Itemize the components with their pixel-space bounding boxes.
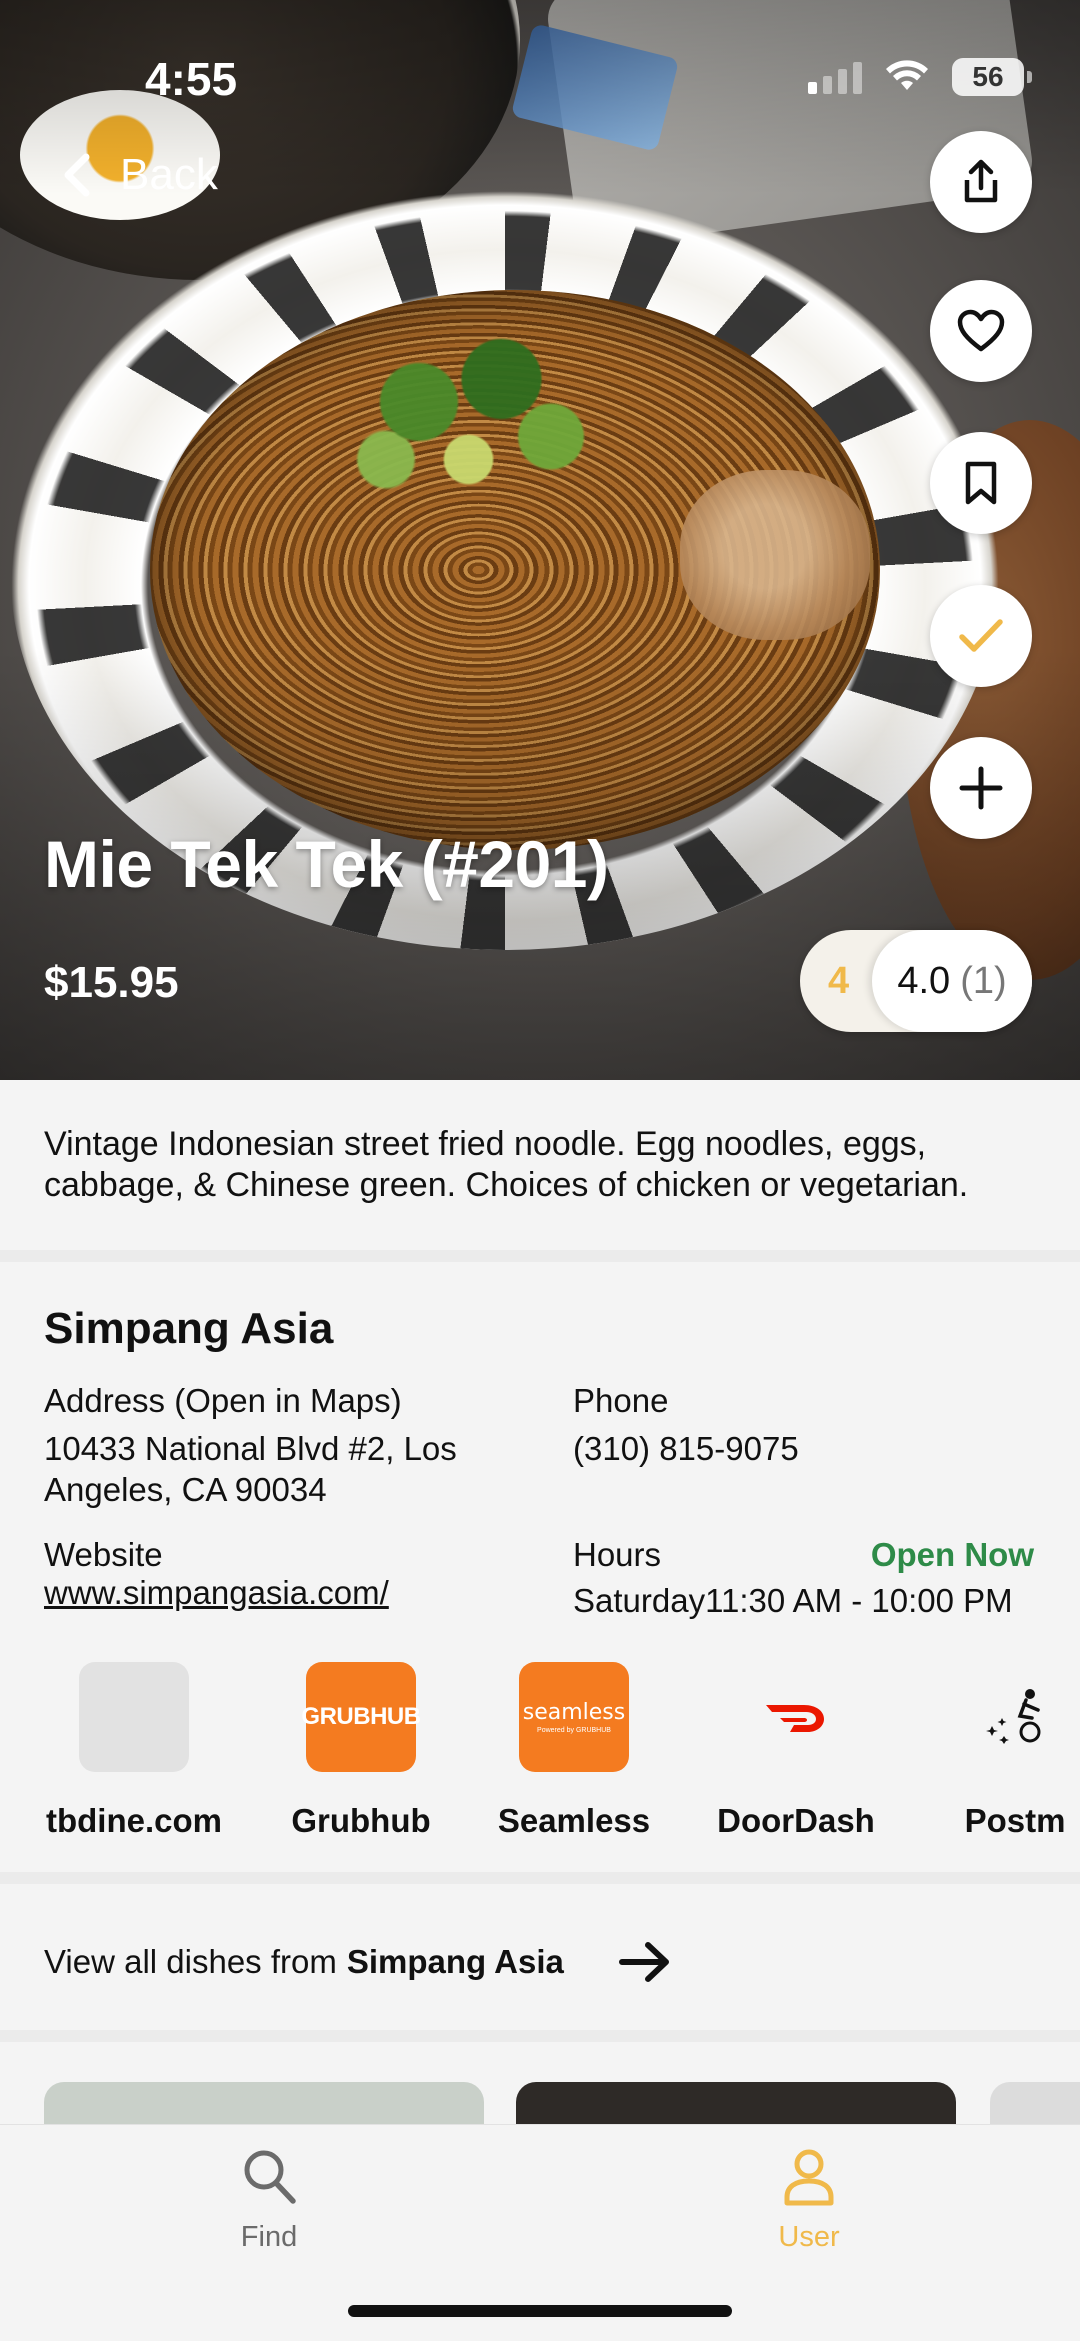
share-icon [964, 159, 998, 203]
phone-label: Phone [573, 1382, 669, 1419]
share-button[interactable] [930, 131, 1032, 233]
view-all-dishes-link[interactable]: View all dishes from Simpang Asia [44, 1940, 674, 1984]
delivery-services: tbdine.com GRUBHUB Grubhub seamless Powe… [0, 1662, 1080, 1852]
view-all-prefix: View all dishes from [44, 1943, 337, 1980]
delivery-name: Postm [964, 1802, 1066, 1839]
website-label: Website [44, 1536, 163, 1573]
delivery-doordash[interactable]: DoorDash [686, 1662, 906, 1840]
check-icon [959, 619, 1003, 652]
chevron-left-icon [64, 153, 90, 197]
heart-icon [957, 309, 1005, 352]
search-icon [244, 2150, 296, 2204]
tried-button[interactable] [930, 585, 1032, 687]
delivery-seamless[interactable]: seamless Powered by GRUBHUB Seamless [464, 1662, 684, 1840]
add-button[interactable] [930, 737, 1032, 839]
delivery-name: Grubhub [291, 1802, 431, 1839]
back-button[interactable]: Back [60, 150, 218, 200]
section-divider [0, 2030, 1080, 2042]
phone-value[interactable]: (310) 815-9075 [573, 1428, 799, 1469]
tab-label: User [778, 2221, 840, 2253]
view-all-restaurant: Simpang Asia [346, 1943, 564, 1980]
restaurant-info-section: Simpang Asia Address (Open in Maps) 1043… [0, 1262, 1080, 1872]
website-link[interactable]: www.simpangasia.com/ [44, 1572, 389, 1613]
section-divider [0, 1872, 1080, 1884]
status-time: 4:55 [145, 53, 238, 105]
tab-user[interactable]: User [709, 2147, 909, 2254]
bookmark-button[interactable] [930, 432, 1032, 534]
hours-value: Saturday11:30 AM - 10:00 PM [573, 1580, 1013, 1621]
delivery-tbdine[interactable]: tbdine.com [24, 1662, 244, 1840]
dish-price: $15.95 [44, 958, 179, 1007]
tab-label: Find [240, 2221, 298, 2253]
delivery-grubhub[interactable]: GRUBHUB Grubhub [251, 1662, 471, 1840]
hours-time: 11:30 AM - 10:00 PM [705, 1582, 1013, 1619]
rating-badge[interactable]: 4 4.0 (1) [800, 930, 1032, 1032]
address-value[interactable]: 10433 National Blvd #2, Los Angeles, CA … [44, 1428, 514, 1510]
postmates-logo [960, 1662, 1070, 1772]
doordash-logo [741, 1662, 851, 1772]
signal-icon [808, 60, 862, 94]
bookmark-icon [965, 461, 997, 505]
delivery-name: Seamless [497, 1802, 651, 1839]
dish-description: Vintage Indonesian street fried noodle. … [44, 1125, 969, 1204]
other-dishes-carousel [0, 2042, 1080, 2132]
tab-find[interactable]: Find [169, 2147, 369, 2254]
back-label: Back [120, 150, 218, 199]
average-rating: 4.0 (1) [872, 930, 1032, 1032]
plus-icon [959, 766, 1003, 810]
user-icon [784, 2149, 834, 2206]
wifi-icon [886, 60, 928, 90]
delivery-postmates[interactable]: Postm [905, 1662, 1080, 1840]
restaurant-name: Simpang Asia [44, 1304, 334, 1353]
delivery-name: tbdine.com [45, 1802, 222, 1839]
grubhub-logo: GRUBHUB [301, 1662, 421, 1772]
dish-title: Mie Tek Tek (#201) [44, 827, 609, 901]
favorite-button[interactable] [930, 280, 1032, 382]
user-rating: 4 [828, 960, 850, 1002]
doordash-icon [766, 1705, 824, 1732]
open-status-badge: Open Now [870, 1536, 1034, 1573]
arrow-right-icon [618, 1942, 669, 1982]
average-rating-value: 4.0 [897, 959, 951, 1002]
seamless-logo: seamless Powered by GRUBHUB [519, 1662, 629, 1772]
tbdine-logo [79, 1662, 189, 1772]
status-icons: 56 [808, 58, 1032, 96]
view-all-dishes-section: View all dishes from Simpang Asia [0, 1884, 1080, 2030]
home-indicator [348, 2305, 732, 2317]
dish-description-section: Vintage Indonesian street fried noodle. … [0, 1080, 1080, 1250]
battery-indicator: 56 [952, 58, 1032, 96]
section-divider [0, 1250, 1080, 1262]
hours-label: Hours [573, 1536, 662, 1573]
delivery-name: DoorDash [717, 1802, 875, 1839]
rating-count: (1) [960, 959, 1007, 1002]
postmates-icon [986, 1689, 1041, 1744]
hours-day: Saturday [573, 1582, 706, 1619]
address-label[interactable]: Address (Open in Maps) [44, 1382, 402, 1420]
